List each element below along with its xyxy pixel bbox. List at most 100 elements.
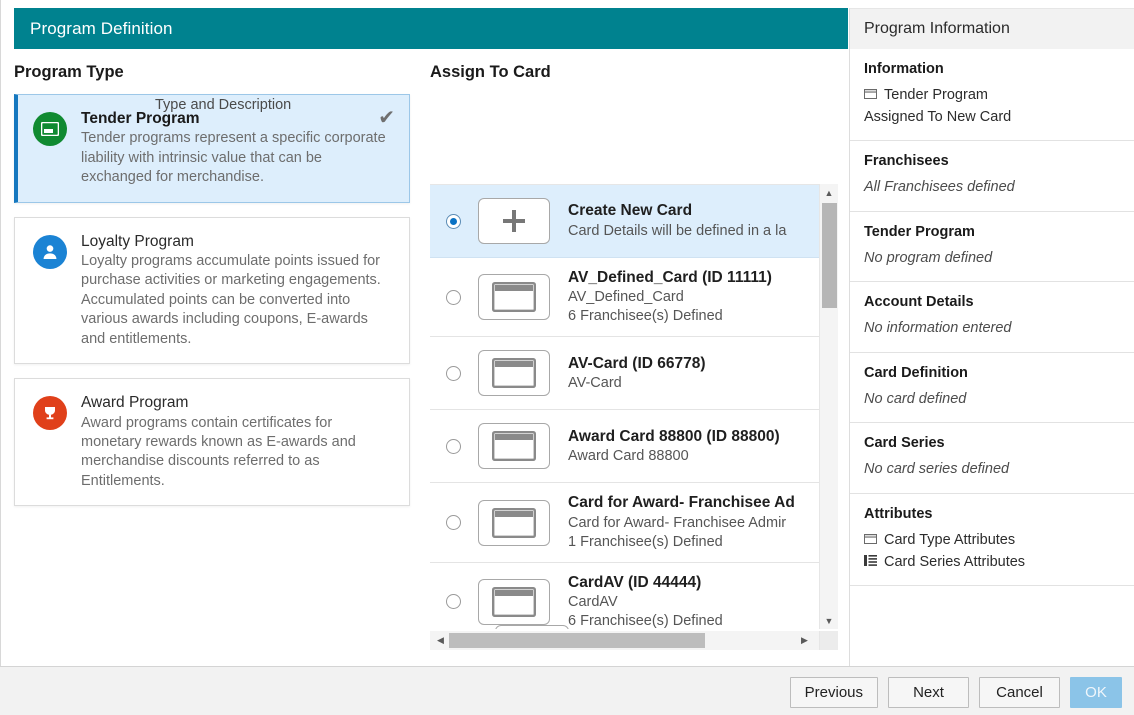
horizontal-scrollbar-thumb[interactable] (449, 633, 705, 648)
radio-button[interactable] (446, 213, 461, 229)
card-list-row[interactable]: AV_Defined_Card (ID 11111) AV_Defined_Ca… (430, 258, 819, 338)
trophy-icon (33, 396, 67, 431)
scroll-left-arrow-icon[interactable]: ◀ (432, 631, 449, 649)
card-row-text: Create New Card Card Details will be def… (568, 201, 819, 240)
card-icon (478, 499, 550, 546)
card-list-row[interactable]: Card for Award- Franchisee Ad Card for A… (430, 483, 819, 563)
credit-card-icon (33, 112, 67, 146)
card-type-attributes-item[interactable]: Card Type Attributes (864, 530, 1120, 551)
info-block-tender-program: Tender Program No program defined (850, 212, 1134, 283)
vertical-scrollbar-thumb[interactable] (822, 203, 837, 308)
wizard-header: Program Definition (14, 8, 848, 49)
program-type-heading: Program Type (14, 63, 124, 81)
info-heading: Account Details (864, 294, 974, 311)
info-line-text: Tender Program (884, 87, 988, 103)
card-row-subtitle: AV-Card (568, 374, 622, 391)
card-row-text: Award Card 88800 (ID 88800) Award Card 8… (568, 427, 819, 466)
card-list-row[interactable]: AV-Card (ID 66778) AV-Card (430, 337, 819, 411)
program-type-text-tender: Tender Program Tender programs represent… (81, 109, 393, 188)
info-heading: Card Definition (864, 364, 968, 381)
card-list-row[interactable]: Award Card 88800 (ID 88800) Award Card 8… (430, 410, 819, 484)
card-row-title: AV_Defined_Card (ID 11111) (568, 269, 772, 286)
program-information-header: Program Information (849, 8, 1134, 49)
person-icon (33, 234, 67, 269)
previous-button[interactable]: Previous (789, 677, 878, 708)
program-type-column: Program Type Tender Program Tender progr… (14, 63, 410, 520)
info-heading: Card Series (864, 435, 945, 452)
info-block-card-series: Card Series No card series defined (850, 423, 1134, 495)
card-row-title: Award Card 88800 (ID 88800) (568, 427, 780, 445)
card-list-row-partial[interactable] (446, 625, 606, 629)
info-line-text: Card Type Attributes (884, 532, 1016, 549)
info-value: Card Type Attributes Card Series Attribu… (864, 530, 1120, 572)
card-row-franchisee-count: 6 Franchisee(s) Defined (568, 308, 723, 325)
card-row-subtitle: AV_Defined_Card (568, 289, 684, 306)
card-outline-icon (864, 85, 877, 106)
card-icon (478, 423, 550, 470)
info-line-text: Assigned To New Card (864, 108, 1012, 125)
info-value: No card series defined (864, 461, 1010, 478)
radio-button[interactable] (446, 438, 461, 454)
program-type-card-loyalty[interactable]: Loyalty Program Loyalty programs accumul… (14, 216, 410, 365)
card-row-text: AV-Card (ID 66778) AV-Card (568, 354, 819, 393)
radio-button[interactable] (446, 365, 461, 381)
info-heading: Attributes (864, 506, 933, 523)
card-series-attributes-item[interactable]: Card Series Attributes (864, 552, 1120, 573)
scroll-down-arrow-icon[interactable]: ▼ (820, 612, 838, 629)
info-value: All Franchisees defined (864, 179, 1015, 196)
info-heading: Franchisees (864, 153, 949, 170)
card-list: Create New Card Card Details will be def… (430, 184, 819, 629)
program-definition-dialog: Program Definition Program Information P… (0, 0, 1134, 715)
info-block-card-definition: Card Definition No card defined (850, 353, 1134, 424)
dialog-footer: Previous Next Cancel OK (0, 666, 1134, 715)
plus-icon (478, 198, 550, 244)
program-type-text-loyalty: Loyalty Program Loyalty programs accumul… (81, 232, 393, 349)
grid-list-icon (864, 552, 877, 573)
radio-button[interactable] (446, 594, 461, 610)
card-row-title: Card for Award- Franchisee Ad (568, 494, 795, 512)
program-information-panel: Information Tender Program Assigned To N… (849, 49, 1134, 666)
card-row-subtitle: Award Card 88800 (568, 447, 689, 464)
info-block-attributes: Attributes Card Type Attributes Card Ser… (850, 494, 1134, 587)
cancel-button[interactable]: Cancel (979, 677, 1060, 708)
card-row-title: CardAV (ID 44444) (568, 573, 702, 591)
card-list-row-create-new[interactable]: Create New Card Card Details will be def… (430, 185, 819, 258)
card-row-text: Card for Award- Franchisee Ad Card for A… (568, 493, 819, 551)
info-value: Tender Program Assigned To New Card (864, 85, 1120, 127)
ok-button: OK (1070, 677, 1122, 708)
program-type-card-award[interactable]: Award Program Award programs contain cer… (14, 378, 410, 507)
info-value: No card defined (864, 390, 967, 407)
assign-to-card-heading: Assign To Card (430, 63, 551, 81)
card-icon (495, 625, 569, 629)
next-button[interactable]: Next (888, 677, 969, 708)
info-value: No program defined (864, 249, 993, 266)
card-row-subtitle: Card for Award- Franchisee Admir (568, 514, 787, 531)
card-icon (478, 350, 550, 397)
scrollbar-corner (819, 631, 838, 650)
card-icon (478, 274, 550, 321)
info-value: No information entered (864, 320, 1012, 337)
info-block-account-details: Account Details No information entered (850, 282, 1134, 353)
info-block-franchisees: Franchisees All Franchisees defined (850, 141, 1134, 212)
radio-button[interactable] (446, 289, 461, 305)
card-row-title: Create New Card (568, 202, 693, 220)
page-title: Program Definition (30, 18, 173, 38)
card-outline-icon (864, 530, 877, 551)
info-line: Tender Program (864, 85, 1120, 106)
card-row-subtitle: Card Details will be defined in a la (568, 222, 787, 239)
card-row-subtitle: CardAV (568, 593, 618, 610)
scroll-right-arrow-icon[interactable]: ▶ (796, 631, 813, 649)
card-list-vertical-scrollbar[interactable]: ▲ ▼ (819, 184, 838, 629)
program-type-description: Award programs contain certificates for … (81, 414, 356, 489)
check-icon: ✔ (378, 107, 395, 129)
program-type-description: Tender programs represent a specific cor… (81, 130, 386, 186)
card-row-title: AV-Card (ID 66778) (568, 354, 706, 372)
radio-button[interactable] (446, 515, 461, 531)
program-type-text-award: Award Program Award programs contain cer… (81, 393, 393, 491)
assign-to-card-column: Assign To Card (430, 63, 838, 94)
card-icon (478, 578, 550, 625)
type-and-description-label: Type and Description (155, 97, 292, 113)
scroll-up-arrow-icon[interactable]: ▲ (820, 184, 838, 201)
card-list-horizontal-scrollbar[interactable]: ◀ ▶ (430, 631, 819, 650)
card-list-row[interactable]: CardAV (ID 44444) CardAV 6 Franchisee(s)… (430, 562, 819, 629)
